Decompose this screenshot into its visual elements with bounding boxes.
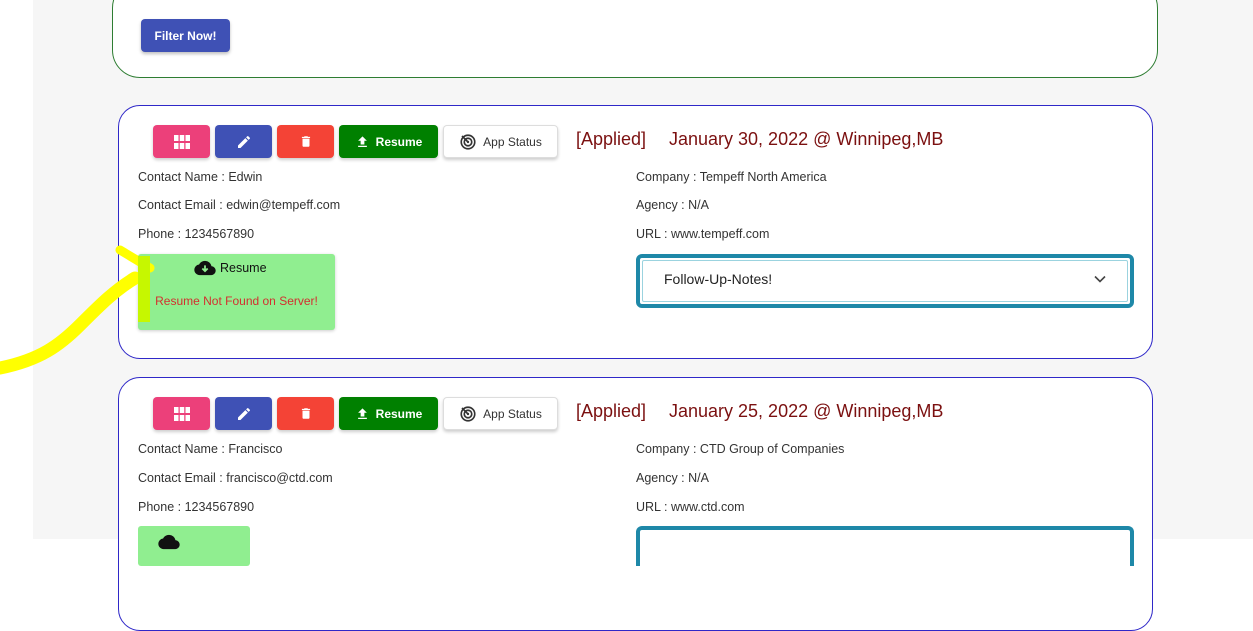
upload-resume-button[interactable]: Resume bbox=[339, 125, 438, 158]
resume-download-panel: Resume Resume Not Found on Server! bbox=[138, 254, 335, 330]
resume-error-message: Resume Not Found on Server! bbox=[155, 294, 318, 308]
agency-name: Agency : N/A bbox=[636, 198, 709, 212]
resume-download-link[interactable]: Resume bbox=[194, 260, 267, 276]
application-status: [Applied] bbox=[576, 401, 647, 421]
pencil-icon bbox=[237, 135, 250, 148]
upload-icon bbox=[357, 407, 367, 419]
agency-name: Agency : N/A bbox=[636, 471, 709, 485]
app-status-label: App Status bbox=[483, 406, 542, 421]
contact-phone: Phone : 1234567890 bbox=[138, 227, 255, 241]
app-status-label: App Status bbox=[483, 134, 542, 149]
company-url: URL : www.tempeff.com bbox=[636, 227, 770, 241]
view-grid-button[interactable] bbox=[153, 397, 210, 430]
contact-name: Contact Name : Francisco bbox=[138, 442, 283, 456]
follow-up-notes-dropdown[interactable] bbox=[636, 526, 1134, 566]
filter-now-button[interactable]: Filter Now! bbox=[141, 19, 230, 52]
company-name: Company : CTD Group of Companies bbox=[636, 442, 845, 456]
app-status-button[interactable]: App Status bbox=[443, 125, 558, 158]
radar-icon bbox=[460, 405, 476, 422]
grid-icon bbox=[173, 406, 190, 421]
upload-resume-label: Resume bbox=[375, 134, 423, 149]
app-status-button[interactable]: App Status bbox=[443, 397, 558, 430]
grid-icon bbox=[173, 134, 190, 149]
upload-resume-button[interactable]: Resume bbox=[339, 397, 438, 430]
company-name: Company : Tempeff North America bbox=[636, 170, 827, 184]
resume-download-panel[interactable] bbox=[138, 526, 250, 566]
delete-button[interactable] bbox=[277, 125, 334, 158]
edit-button[interactable] bbox=[215, 125, 272, 158]
application-date-location: January 30, 2022 @ Winnipeg,MB bbox=[669, 129, 944, 149]
radar-icon bbox=[460, 133, 476, 150]
application-date-location: January 25, 2022 @ Winnipeg,MB bbox=[669, 401, 944, 421]
trash-icon bbox=[301, 408, 310, 419]
contact-email: Contact Email : edwin@tempeff.com bbox=[138, 198, 341, 212]
application-card: Resume App Status [Applied] January 25, … bbox=[118, 377, 1153, 631]
pencil-icon bbox=[237, 407, 250, 420]
contact-phone: Phone : 1234567890 bbox=[138, 500, 255, 514]
upload-resume-label: Resume bbox=[375, 406, 423, 421]
follow-up-notes-dropdown[interactable]: Follow-Up-Notes! bbox=[636, 254, 1134, 308]
edit-button[interactable] bbox=[215, 397, 272, 430]
chevron-down-icon bbox=[1094, 275, 1106, 283]
application-card: Resume App Status [Applied] January 30, … bbox=[118, 105, 1153, 359]
trash-icon bbox=[301, 136, 310, 147]
upload-icon bbox=[357, 135, 367, 147]
resume-download-label: Resume bbox=[220, 261, 267, 275]
cloud-download-icon bbox=[158, 534, 180, 550]
cloud-download-icon bbox=[194, 260, 216, 276]
contact-name: Contact Name : Edwin bbox=[138, 170, 263, 184]
delete-button[interactable] bbox=[277, 397, 334, 430]
filter-panel: Filter Now! bbox=[112, 0, 1158, 78]
view-grid-button[interactable] bbox=[153, 125, 210, 158]
contact-email: Contact Email : francisco@ctd.com bbox=[138, 471, 333, 485]
company-url: URL : www.ctd.com bbox=[636, 500, 745, 514]
follow-up-notes-label: Follow-Up-Notes! bbox=[664, 271, 773, 287]
application-status: [Applied] bbox=[576, 129, 647, 149]
